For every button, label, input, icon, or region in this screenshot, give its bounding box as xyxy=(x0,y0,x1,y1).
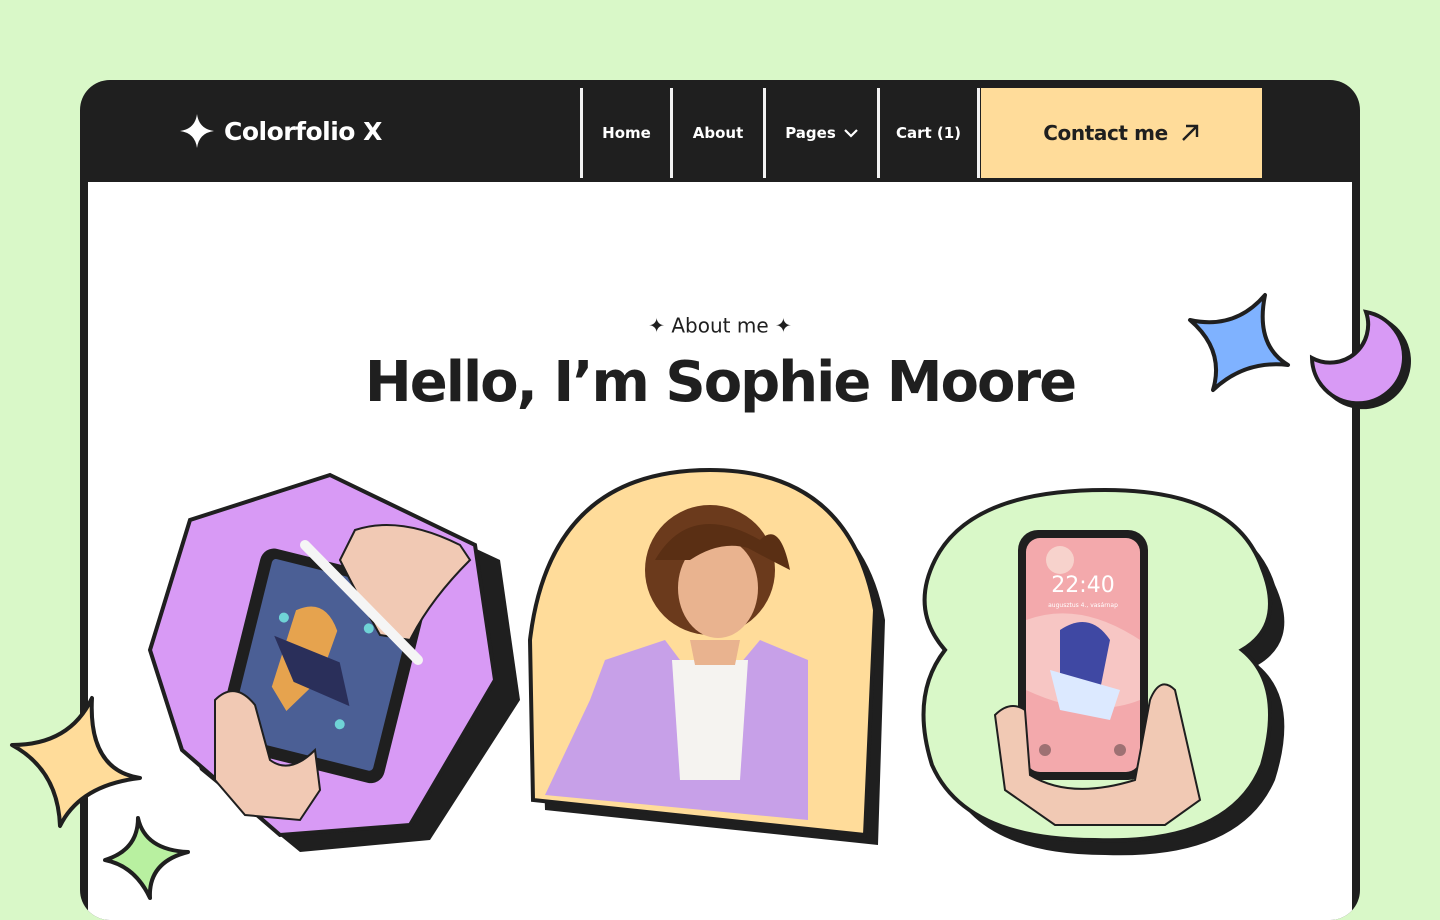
nav-home-label: Home xyxy=(602,124,651,142)
sparkle-icon xyxy=(180,114,214,148)
chevron-down-icon xyxy=(844,129,858,138)
main-nav: Home About Pages Cart (1) xyxy=(580,88,980,178)
nav-cart[interactable]: Cart (1) xyxy=(877,88,980,178)
nav-home[interactable]: Home xyxy=(580,88,670,178)
page-title: Hello, I’m Sophie Moore xyxy=(364,350,1077,415)
hand-with-phone-image: 22:40 augusztus 4., vasárnap xyxy=(921,487,1285,856)
brand-name: Colorfolio X xyxy=(224,116,382,146)
sophie-portrait-image xyxy=(527,467,885,845)
phone-date: augusztus 4., vasárnap xyxy=(1048,602,1118,609)
nav-about-label: About xyxy=(692,124,744,142)
eyebrow-label: About me xyxy=(671,313,769,338)
small-sparkle-icon: ✦ xyxy=(648,313,665,338)
contact-me-label: Contact me xyxy=(1043,121,1168,145)
nav-about[interactable]: About xyxy=(670,88,763,178)
nav-pages-dropdown[interactable]: Pages xyxy=(763,88,877,178)
nav-cart-label: Cart (1) xyxy=(895,124,962,142)
navbar: Colorfolio X Home About Pages Cart (1) C… xyxy=(80,80,1360,180)
arrow-up-right-icon xyxy=(1181,124,1198,141)
nav-pages-label: Pages xyxy=(785,124,836,142)
phone-time: 22:40 xyxy=(1051,573,1114,598)
section-eyebrow: ✦ About me ✦ xyxy=(88,312,1352,338)
contact-me-button[interactable]: Contact me xyxy=(981,88,1262,178)
brand-logo[interactable]: Colorfolio X xyxy=(180,114,382,148)
small-sparkle-icon: ✦ xyxy=(775,313,792,338)
